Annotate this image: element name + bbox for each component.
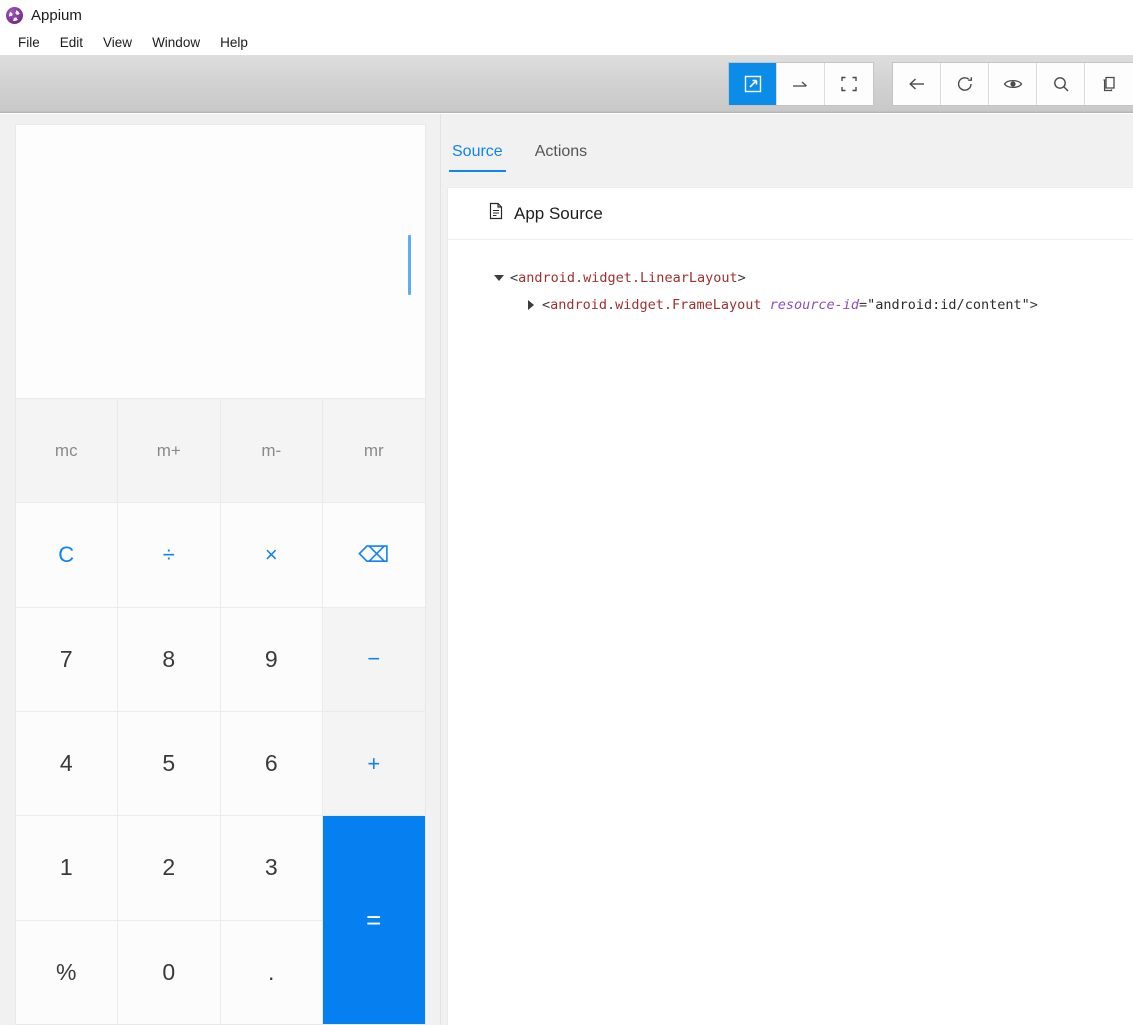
refresh-button[interactable] — [941, 62, 989, 105]
app-source-title: App Source — [514, 203, 603, 223]
xml-open-bracket: < — [510, 269, 519, 286]
menu-item-view[interactable]: View — [93, 33, 142, 52]
toolbar — [0, 55, 1133, 113]
key-minus[interactable]: − — [323, 607, 425, 711]
calculator-screenshot[interactable]: mc m+ m- mr C ÷ × ⌫ 7 8 9 − 4 5 6 + 1 2 … — [15, 125, 425, 1024]
source-tree: < android.widget.LinearLayout > < android.w… — [448, 240, 1133, 318]
key-2[interactable]: 2 — [118, 816, 220, 920]
key-4[interactable]: 4 — [15, 712, 117, 816]
table-row[interactable]: < android.widget.FrameLayout resource-id =… — [488, 291, 1133, 318]
xml-open-bracket: < — [542, 296, 551, 313]
crop-scan-icon — [839, 74, 859, 94]
swipe-arrow-icon — [790, 74, 812, 94]
back-button[interactable] — [893, 62, 941, 105]
key-6[interactable]: 6 — [220, 712, 322, 816]
key-1[interactable]: 1 — [15, 816, 117, 920]
menu-item-edit[interactable]: Edit — [50, 33, 93, 52]
key-m-plus[interactable]: m+ — [118, 399, 220, 503]
xml-close-bracket: > — [737, 269, 746, 286]
copy-pages-icon — [1099, 74, 1119, 94]
swipe-button[interactable] — [777, 62, 825, 105]
inspector-pane: Source Actions App Source < android.widg… — [440, 114, 1133, 1025]
menu-item-file[interactable]: File — [8, 33, 50, 52]
key-multiply[interactable]: × — [220, 503, 322, 607]
key-7[interactable]: 7 — [15, 607, 117, 711]
key-divide[interactable]: ÷ — [118, 503, 220, 607]
key-mc[interactable]: mc — [15, 399, 117, 503]
key-equals[interactable]: = — [323, 816, 425, 1024]
collapse-arrow-icon[interactable] — [520, 299, 542, 310]
tab-actions[interactable]: Actions — [532, 143, 590, 172]
key-m-minus[interactable]: m- — [220, 399, 322, 503]
text-caret — [407, 235, 411, 295]
navigation-group — [893, 62, 1133, 105]
inspect-eye-button[interactable] — [989, 62, 1037, 105]
key-5[interactable]: 5 — [118, 712, 220, 816]
title-bar: Appium — [0, 0, 1133, 30]
key-plus[interactable]: + — [323, 712, 425, 816]
back-arrow-icon — [906, 74, 928, 94]
table-row[interactable]: < android.widget.LinearLayout > — [488, 264, 1133, 291]
key-0[interactable]: 0 — [118, 920, 220, 1024]
app-source-header: App Source — [448, 188, 1133, 240]
copy-source-button[interactable] — [1085, 62, 1133, 105]
interaction-mode-group — [729, 62, 873, 105]
xml-attr-value: "android:id/content" — [867, 296, 1030, 313]
menu-item-window[interactable]: Window — [142, 33, 210, 52]
expand-arrow-icon[interactable] — [488, 274, 510, 281]
tab-source[interactable]: Source — [449, 143, 506, 172]
key-clear[interactable]: C — [15, 503, 117, 607]
key-mr[interactable]: mr — [323, 399, 425, 503]
xml-tag-name: android.widget.FrameLayout — [550, 296, 762, 313]
document-icon — [488, 202, 504, 225]
select-element-icon — [743, 74, 763, 94]
key-backspace[interactable]: ⌫ — [323, 503, 425, 607]
eye-icon — [1002, 74, 1024, 94]
xml-tag-name: android.widget.LinearLayout — [518, 269, 738, 286]
key-3[interactable]: 3 — [220, 816, 322, 920]
xml-close-bracket: > — [1029, 296, 1038, 313]
key-percent[interactable]: % — [15, 920, 117, 1024]
key-decimal[interactable]: . — [220, 920, 322, 1024]
inspector-tabs: Source Actions — [441, 114, 1133, 172]
appium-logo-icon — [6, 6, 23, 24]
refresh-icon — [955, 74, 975, 94]
search-icon — [1051, 74, 1071, 94]
calculator-keypad: mc m+ m- mr C ÷ × ⌫ 7 8 9 − 4 5 6 + 1 2 … — [15, 399, 425, 1024]
app-source-card: App Source < android.widget.LinearLayout >… — [448, 188, 1133, 1025]
main-content: mc m+ m- mr C ÷ × ⌫ 7 8 9 − 4 5 6 + 1 2 … — [0, 114, 1133, 1025]
menu-item-help[interactable]: Help — [210, 33, 258, 52]
crop-scan-button[interactable] — [825, 62, 873, 105]
xml-attr-name: resource-id — [769, 296, 860, 313]
menu-bar: File Edit View Window Help — [0, 30, 1133, 55]
app-title: Appium — [31, 6, 82, 24]
key-8[interactable]: 8 — [118, 607, 220, 711]
calculator-display[interactable] — [15, 125, 425, 399]
device-screenshot-pane: mc m+ m- mr C ÷ × ⌫ 7 8 9 − 4 5 6 + 1 2 … — [0, 114, 440, 1025]
search-button[interactable] — [1037, 62, 1085, 105]
select-element-button[interactable] — [729, 62, 777, 105]
key-9[interactable]: 9 — [220, 607, 322, 711]
xml-equals: = — [859, 296, 868, 313]
